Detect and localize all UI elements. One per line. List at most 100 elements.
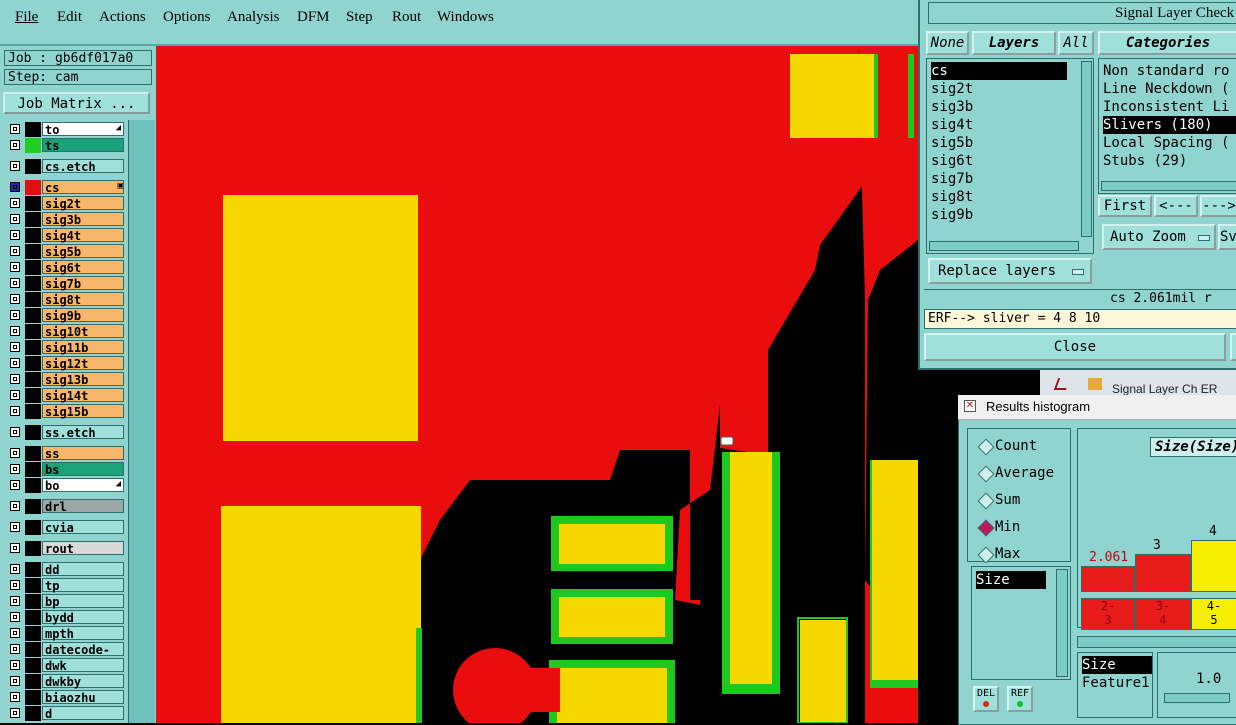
layer-checkbox[interactable] [10, 660, 20, 670]
layer-row[interactable]: sig10t [5, 324, 125, 339]
layer-checkbox[interactable] [10, 161, 20, 171]
layer-checkbox[interactable] [10, 390, 20, 400]
category-item[interactable]: Stubs (29) [1103, 152, 1187, 170]
none-button[interactable]: None [926, 31, 969, 55]
layer-checkbox[interactable] [10, 612, 20, 622]
layer-list-item[interactable]: sig7b [931, 170, 973, 188]
left-scrollbar[interactable] [128, 120, 155, 723]
layer-checkbox[interactable] [10, 596, 20, 606]
layer-row[interactable]: ts [5, 138, 125, 153]
layer-row[interactable]: to ◢ [5, 122, 125, 137]
replace-layers-dropdown[interactable]: Replace layers [928, 258, 1092, 284]
layer-checkbox[interactable] [10, 501, 20, 511]
layer-row[interactable]: sig13b [5, 372, 125, 387]
histogram-bar[interactable] [1081, 566, 1135, 592]
menu-step[interactable]: Step [346, 9, 373, 26]
category-item[interactable]: Line Neckdown ( [1103, 80, 1229, 98]
layer-list-item[interactable]: sig2t [931, 80, 973, 98]
layer-checkbox[interactable] [10, 310, 20, 320]
layer-row[interactable]: sig2t [5, 196, 125, 211]
layer-row[interactable]: drl [5, 499, 125, 514]
layer-checkbox[interactable] [10, 374, 20, 384]
layer-checkbox[interactable] [10, 262, 20, 272]
layer-checkbox[interactable] [10, 182, 20, 192]
layer-checkbox[interactable] [10, 692, 20, 702]
layer-row[interactable]: sig12t [5, 356, 125, 371]
layer-row[interactable]: bydd [5, 610, 125, 625]
layer-row[interactable]: rout [5, 541, 125, 556]
category-item[interactable]: Slivers (180) [1103, 116, 1236, 134]
next-button[interactable]: ---> [1200, 195, 1236, 217]
layer-checkbox[interactable] [10, 326, 20, 336]
layer-row[interactable]: dwkby [5, 674, 125, 689]
cad-canvas[interactable] [156, 46, 918, 723]
menu-actions[interactable]: Actions [99, 9, 146, 26]
size-list[interactable]: Size [971, 566, 1071, 680]
layer-checkbox[interactable] [10, 427, 20, 437]
size-list-item[interactable]: Size [976, 571, 1046, 589]
layer-row[interactable]: cs ▣ [5, 180, 125, 195]
size-list-vscroll[interactable] [1056, 569, 1068, 677]
layer-row[interactable]: sig3b [5, 212, 125, 227]
close-icon[interactable]: ✕ [964, 400, 976, 412]
layer-row[interactable]: sig5b [5, 244, 125, 259]
layer-checkbox[interactable] [10, 708, 20, 718]
layer-row[interactable]: sig14t [5, 388, 125, 403]
layer-row[interactable]: ss.etch [5, 425, 125, 440]
layer-row[interactable]: mpth [5, 626, 125, 641]
layer-checkbox[interactable] [10, 124, 20, 134]
sv-button[interactable]: Sv [1218, 224, 1236, 250]
layer-checkbox[interactable] [10, 214, 20, 224]
category-item[interactable]: Local Spacing ( [1103, 134, 1229, 152]
layer-list-item[interactable]: sig5b [931, 134, 973, 152]
layer-checkbox[interactable] [10, 278, 20, 288]
layer-list-item[interactable]: sig8t [931, 188, 973, 206]
menu-options[interactable]: Options [163, 9, 211, 26]
layer-row[interactable]: sig8t [5, 292, 125, 307]
layer-checkbox[interactable] [10, 294, 20, 304]
layer-row[interactable]: bs [5, 462, 125, 477]
layer-row[interactable]: sig4t [5, 228, 125, 243]
layer-list-item[interactable]: sig6t [931, 152, 973, 170]
layer-checkbox[interactable] [10, 480, 20, 490]
layer-list-item[interactable]: sig4t [931, 116, 973, 134]
layer-row[interactable]: ss [5, 446, 125, 461]
categories-hscroll[interactable] [1101, 181, 1236, 191]
layer-row[interactable]: d [5, 706, 125, 721]
layer-checkbox[interactable] [10, 140, 20, 150]
menu-rout[interactable]: Rout [392, 9, 421, 26]
layer-checkbox[interactable] [10, 522, 20, 532]
all-button[interactable]: All [1058, 31, 1094, 55]
field-item[interactable]: Size [1082, 656, 1152, 674]
layers-vscroll[interactable] [1081, 61, 1092, 237]
layer-row[interactable]: bp [5, 594, 125, 609]
menu-analysis[interactable]: Analysis [227, 9, 280, 26]
close-button[interactable]: Close [924, 333, 1226, 361]
menu-file[interactable]: File [15, 9, 38, 26]
layer-checkbox[interactable] [10, 580, 20, 590]
ref-button[interactable]: REF [1007, 686, 1033, 712]
first-button[interactable]: First [1098, 195, 1152, 217]
categories-listbox[interactable]: Non standard ro Line Neckdown (Inconsiste… [1098, 58, 1236, 194]
menu-windows[interactable]: Windows [437, 9, 494, 26]
histogram-bar[interactable] [1135, 554, 1191, 592]
auto-zoom-dropdown[interactable]: Auto Zoom [1102, 224, 1216, 250]
layer-checkbox[interactable] [10, 564, 20, 574]
layer-list-item[interactable]: sig9b [931, 206, 973, 224]
layers-button[interactable]: Layers [972, 31, 1056, 55]
layer-row[interactable]: sig6t [5, 260, 125, 275]
histogram-bar[interactable] [1191, 540, 1236, 592]
layer-checkbox[interactable] [10, 628, 20, 638]
size-feature-list[interactable]: Size Feature1 [1077, 652, 1153, 718]
layer-row[interactable]: sig9b [5, 308, 125, 323]
histogram-hscroll[interactable] [1077, 636, 1236, 648]
layer-row[interactable]: sig7b [5, 276, 125, 291]
layer-checkbox[interactable] [10, 358, 20, 368]
layer-row[interactable]: sig11b [5, 340, 125, 355]
layer-checkbox[interactable] [10, 676, 20, 686]
extra-button[interactable] [1230, 333, 1236, 361]
layer-checkbox[interactable] [10, 198, 20, 208]
del-button[interactable]: DEL [973, 686, 999, 712]
layer-row[interactable]: sig15b [5, 404, 125, 419]
layer-row[interactable]: dd [5, 562, 125, 577]
